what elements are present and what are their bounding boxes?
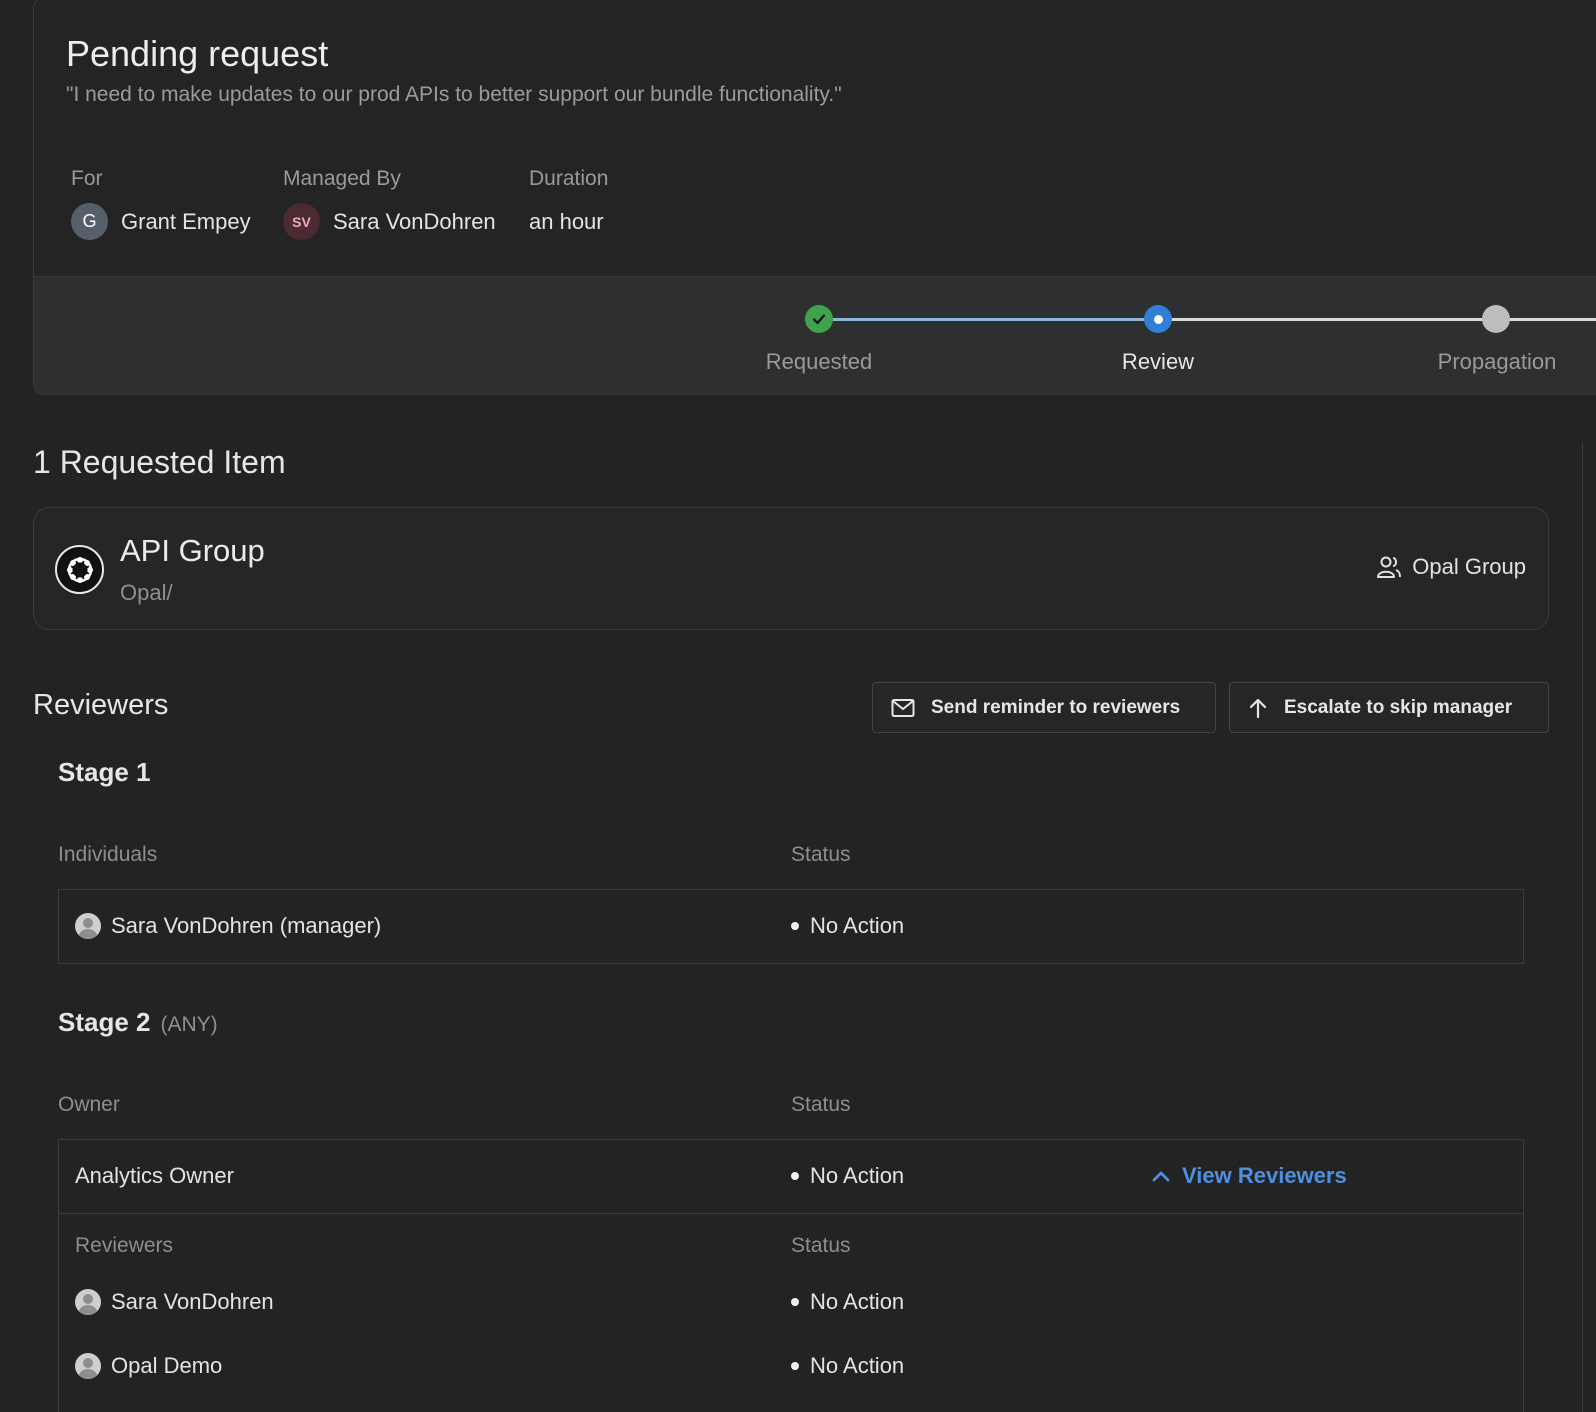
- user-avatar-icon: [75, 913, 101, 939]
- stage-2-mode: (ANY): [160, 1013, 218, 1036]
- request-header-card: Pending request "I need to make updates …: [33, 0, 1596, 395]
- sub-col-reviewers: Reviewers: [75, 1234, 174, 1257]
- requested-item-card[interactable]: API Group Opal/ Opal Group: [33, 507, 1549, 630]
- owner-cell: Analytics Owner: [75, 1163, 234, 1189]
- status-text: No Action: [810, 1289, 905, 1314]
- step-label-propagation: Propagation: [1437, 349, 1557, 374]
- chevron-up-icon: [1152, 1171, 1170, 1182]
- mail-icon: [891, 698, 915, 717]
- status-dot-icon: [791, 1172, 799, 1180]
- status-text: No Action: [810, 1163, 905, 1188]
- progress-stepper: Requested Review Propagation: [34, 276, 1596, 394]
- item-path: Opal/: [120, 580, 173, 605]
- table-row: Opal Demo No Action: [59, 1349, 1523, 1409]
- meta-for-label: For: [71, 167, 103, 190]
- step-propagation-pending-icon: [1482, 305, 1510, 333]
- manager-name[interactable]: Sara VonDohren: [333, 209, 496, 235]
- reviewer-name[interactable]: Sara VonDohren: [111, 1289, 274, 1315]
- status-cell: No Action: [791, 1163, 904, 1189]
- escalate-button[interactable]: Escalate to skip manager: [1229, 682, 1549, 733]
- step-connector-done: [818, 318, 1156, 321]
- meta-duration: Duration an hour: [529, 167, 608, 240]
- opal-logo-icon: [55, 545, 104, 594]
- item-type-label: Opal Group: [1412, 554, 1526, 579]
- item-type: Opal Group: [1376, 554, 1526, 580]
- stage-2-title-text: Stage 2: [58, 1007, 151, 1037]
- user-avatar-icon: [75, 1353, 101, 1379]
- item-name[interactable]: API Group: [120, 533, 265, 569]
- step-connector-todo: [1156, 318, 1596, 321]
- owner-name[interactable]: Analytics Owner: [75, 1163, 234, 1189]
- status-cell: No Action: [791, 1289, 904, 1315]
- reviewer-name[interactable]: Opal Demo: [111, 1353, 222, 1379]
- stage-1-col-individuals: Individuals: [58, 843, 158, 866]
- reviewer-cell: Sara VonDohren: [75, 1289, 274, 1315]
- reviewer-cell: Sara VonDohren (manager): [75, 913, 381, 939]
- sub-col-status: Status: [791, 1234, 851, 1257]
- users-icon: [1377, 556, 1402, 578]
- status-cell: No Action: [791, 1353, 904, 1379]
- avatar: G: [71, 203, 108, 240]
- stage-1-table: Sara VonDohren (manager) No Action: [58, 889, 1524, 964]
- reviewers-title: Reviewers: [33, 689, 169, 721]
- status-text: No Action: [810, 1353, 905, 1378]
- stage-2-col-status: Status: [791, 1093, 851, 1116]
- status-cell: No Action: [791, 913, 904, 939]
- request-detail-page: Pending request "I need to make updates …: [0, 0, 1596, 1412]
- meta-for-value: G Grant Empey: [71, 203, 251, 240]
- step-label-requested: Requested: [765, 349, 873, 374]
- meta-duration-label: Duration: [529, 167, 609, 190]
- send-reminder-label: Send reminder to reviewers: [931, 696, 1181, 718]
- step-requested-check-icon: [805, 305, 833, 333]
- owner-row: Analytics Owner No Action View Reviewers: [59, 1140, 1523, 1213]
- reviewer-cell: Opal Demo: [75, 1353, 222, 1379]
- reviewer-name[interactable]: Sara VonDohren (manager): [111, 913, 381, 939]
- requester-name[interactable]: Grant Empey: [121, 209, 251, 235]
- row-divider: [59, 1213, 1523, 1214]
- escalate-label: Escalate to skip manager: [1284, 696, 1513, 718]
- stage-1-col-status: Status: [791, 843, 851, 866]
- page-title: Pending request: [66, 33, 329, 74]
- arrow-up-icon: [1249, 698, 1267, 718]
- view-reviewers-link[interactable]: View Reviewers: [1152, 1163, 1347, 1189]
- panel-divider: [1582, 442, 1583, 1412]
- user-avatar-icon: [75, 1289, 101, 1315]
- step-review-current-icon: [1144, 305, 1172, 333]
- meta-for: For G Grant Empey: [71, 167, 251, 240]
- duration-value: an hour: [529, 208, 604, 234]
- meta-managed-label: Managed By: [283, 167, 401, 190]
- status-dot-icon: [791, 1298, 799, 1306]
- step-label-review: Review: [1121, 349, 1195, 374]
- table-row: Sara VonDohren (manager) No Action: [59, 890, 1523, 963]
- stage-2-col-owner: Owner: [58, 1093, 120, 1116]
- status-dot-icon: [791, 1362, 799, 1370]
- send-reminder-button[interactable]: Send reminder to reviewers: [872, 682, 1216, 733]
- avatar: SV: [283, 203, 320, 240]
- status-text: No Action: [810, 913, 905, 938]
- request-reason: "I need to make updates to our prod APIs…: [66, 83, 842, 106]
- requested-items-title: 1 Requested Item: [33, 444, 286, 480]
- status-dot-icon: [791, 922, 799, 930]
- table-row: Sara VonDohren No Action: [59, 1285, 1523, 1345]
- meta-managed-by: Managed By SV Sara VonDohren: [283, 167, 496, 240]
- stage-2-title: Stage 2 (ANY): [58, 1007, 218, 1038]
- meta-managed-value: SV Sara VonDohren: [283, 203, 496, 240]
- stage-2-table: Analytics Owner No Action View Reviewers…: [58, 1139, 1524, 1412]
- meta-duration-value: an hour: [529, 203, 608, 240]
- stage-1-title: Stage 1: [58, 757, 151, 787]
- view-reviewers-label: View Reviewers: [1182, 1163, 1347, 1188]
